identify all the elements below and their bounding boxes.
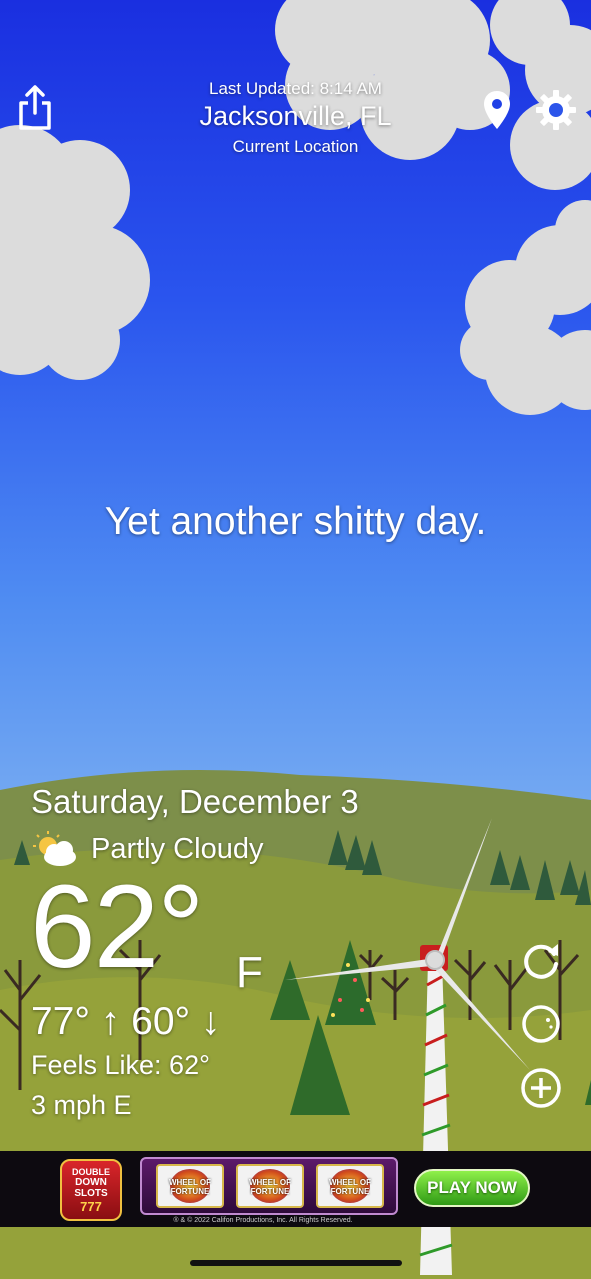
- refresh-icon: [524, 944, 558, 979]
- home-indicator[interactable]: [190, 1260, 402, 1266]
- wind-text: 3 mph E: [31, 1090, 132, 1120]
- add-location-button[interactable]: [520, 1067, 562, 1109]
- ad-reel-label: WHEEL OF FORTUNE: [168, 1178, 212, 1196]
- ad-reel: WHEEL OF FORTUNE: [156, 1164, 224, 1208]
- landscape-scene: [0, 0, 591, 1279]
- ad-game-logo: DOUBLE DOWN SLOTS 777: [60, 1159, 122, 1221]
- ad-reel: WHEEL OF FORTUNE: [316, 1164, 384, 1208]
- ad-reel: WHEEL OF FORTUNE: [236, 1164, 304, 1208]
- add-circle-icon: [521, 1068, 561, 1108]
- location-label: Current Location: [232, 137, 359, 156]
- feels-like-text: Feels Like: 62°: [31, 1050, 210, 1080]
- temperature-unit[interactable]: F: [236, 948, 263, 998]
- ad-reel-label: WHEEL OF FORTUNE: [248, 1178, 292, 1196]
- ad-reel-label: WHEEL OF FORTUNE: [328, 1178, 372, 1196]
- date-text: Saturday, December 3: [31, 783, 359, 820]
- ad-logo-line3: 777: [80, 1199, 102, 1214]
- settings-button[interactable]: [534, 88, 578, 132]
- ad-reels: WHEEL OF FORTUNE WHEEL OF FORTUNE WHEEL …: [140, 1157, 398, 1215]
- ad-play-now-button[interactable]: PLAY NOW: [414, 1169, 530, 1207]
- ad-copyright: ® & © 2022 Califon Productions, Inc. All…: [173, 1217, 353, 1224]
- location-button[interactable]: [482, 89, 512, 131]
- ad-logo-line1: DOUBLE: [72, 1167, 110, 1177]
- refresh-button[interactable]: [520, 940, 562, 982]
- ad-logo-line2: DOWN SLOTS: [74, 1177, 108, 1199]
- moon-icon: [522, 1005, 561, 1043]
- location-pin-icon: [484, 91, 510, 129]
- moon-button[interactable]: [520, 1003, 562, 1045]
- ad-banner[interactable]: DOUBLE DOWN SLOTS 777 WHEEL OF FORTUNE W…: [0, 1151, 591, 1227]
- high-low-temperature: 77° ↑ 60° ↓: [31, 1000, 221, 1043]
- weather-tagline: Yet another shitty day.: [104, 500, 487, 543]
- current-temperature: 62°: [30, 861, 204, 993]
- gear-icon: [536, 90, 576, 130]
- clouds: [0, 0, 591, 415]
